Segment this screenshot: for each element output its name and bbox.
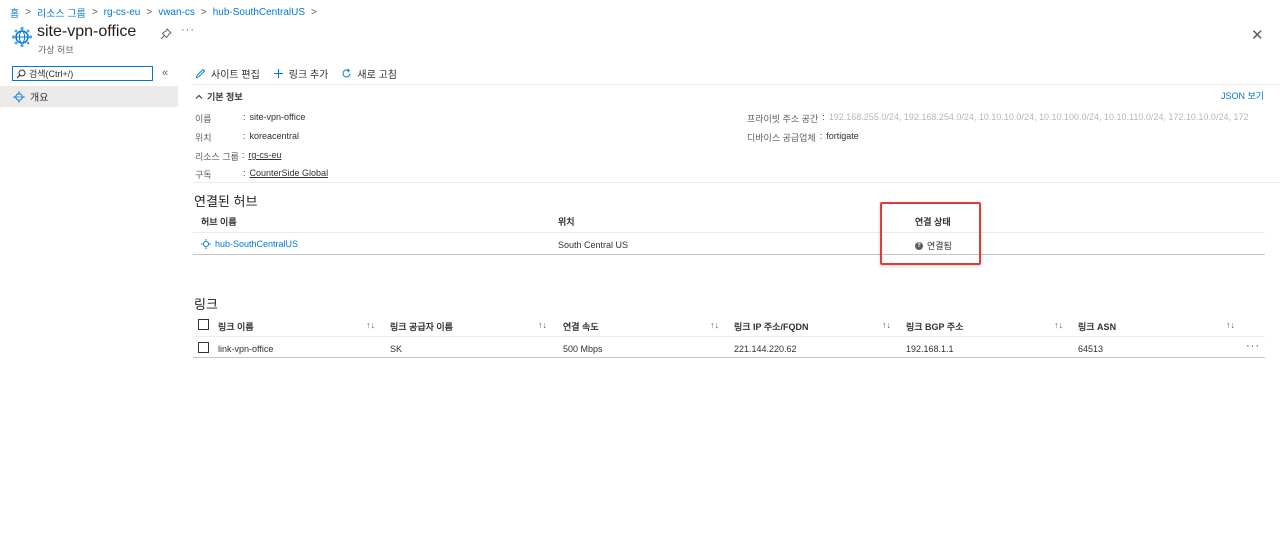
connected-hub-title: 연결된 허브 — [194, 194, 258, 209]
essentials-divider — [193, 182, 1280, 183]
table-header-divider — [193, 336, 1265, 337]
sort-icon[interactable]: ↑↓ — [710, 320, 719, 330]
column-header-asn[interactable]: 링크 ASN — [1078, 320, 1116, 333]
add-link-button[interactable]: 링크 추가 — [273, 66, 329, 81]
refresh-icon — [342, 68, 351, 77]
breadcrumb-vwan[interactable]: vwan-cs — [158, 7, 195, 18]
device-vendor-value: fortigate — [826, 131, 859, 141]
edit-site-label: 사이트 편집 — [211, 69, 260, 81]
essentials-address-space-row: 프라이빗 주소 공간 : 192.168.255.0/24, 192.168.2… — [747, 112, 1252, 125]
breadcrumb-separator: > — [25, 6, 32, 18]
breadcrumb-separator: > — [311, 6, 317, 18]
colon: : — [243, 112, 246, 122]
column-header-ip[interactable]: 링크 IP 주소/FQDN — [734, 320, 808, 333]
address-space-value: 192.168.255.0/24, 192.168.254.0/24, 10.1… — [828, 112, 1249, 122]
globe-icon — [13, 90, 25, 103]
toolbar: 사이트 편집 링크 추가 새로 고침 — [195, 65, 410, 81]
column-header-bgp[interactable]: 링크 BGP 주소 — [906, 320, 963, 333]
colon: : — [822, 112, 825, 122]
hub-location-cell: South Central US — [558, 240, 629, 250]
essentials-label: 이름 — [195, 114, 212, 124]
essentials-toggle[interactable]: 기본 정보 — [195, 90, 243, 103]
breadcrumb: 홈 > 리소스 그룹 > rg-cs-eu > vwan-cs > hub-So… — [10, 5, 323, 20]
more-options-icon[interactable]: ··· — [181, 24, 195, 36]
json-view-link[interactable]: JSON 보기 — [1221, 89, 1264, 102]
resource-group-link[interactable]: rg-cs-eu — [248, 150, 281, 163]
sort-icon[interactable]: ↑↓ — [366, 320, 375, 330]
search-input[interactable] — [29, 68, 149, 79]
essentials-device-vendor-row: 디바이스 공급업체 : fortigate — [747, 131, 859, 144]
breadcrumb-rg[interactable]: rg-cs-eu — [104, 7, 141, 18]
search-icon — [16, 69, 26, 78]
link-bgp-cell: 192.168.1.1 — [906, 344, 954, 354]
column-header-speed[interactable]: 연결 속도 — [563, 320, 599, 333]
link-provider-cell: SK — [390, 344, 403, 354]
essentials-value: koreacentral — [249, 131, 300, 141]
essentials-label: 위치 — [195, 133, 212, 143]
refresh-label: 새로 고침 — [357, 69, 397, 81]
pin-icon[interactable] — [160, 28, 172, 40]
subscription-link[interactable]: CounterSide Global — [250, 168, 329, 181]
collapse-sidebar-icon[interactable]: « — [162, 67, 168, 79]
colon: : — [241, 150, 245, 160]
pencil-icon — [195, 68, 206, 78]
table-bottom-divider — [193, 254, 1265, 255]
table-bottom-divider — [193, 357, 1265, 358]
virtual-hub-icon — [201, 239, 211, 249]
breadcrumb-hub[interactable]: hub-SouthCentralUS — [213, 7, 305, 18]
breadcrumb-home[interactable]: 홈 — [10, 5, 19, 20]
essentials-name-row: 이름 : site-vpn-office — [195, 112, 305, 125]
edit-site-button[interactable]: 사이트 편집 — [195, 66, 260, 81]
link-speed-cell: 500 Mbps — [563, 344, 603, 354]
toolbar-divider — [193, 84, 1280, 85]
essentials-label: 구독 — [195, 170, 212, 180]
essentials-label: 리소스 그룹 — [195, 152, 239, 162]
essentials-header: 기본 정보 — [207, 92, 243, 102]
row-checkbox[interactable] — [198, 342, 209, 353]
link-name-cell: link-vpn-office — [218, 344, 274, 354]
sort-icon[interactable]: ↑↓ — [882, 320, 891, 330]
close-icon[interactable]: ✕ — [1251, 26, 1264, 44]
breadcrumb-resource-groups[interactable]: 리소스 그룹 — [37, 5, 86, 20]
column-header-hub-name[interactable]: 허브 이름 — [201, 215, 237, 228]
colon: : — [819, 131, 823, 141]
table-row: hub-SouthCentralUS — [201, 239, 298, 249]
breadcrumb-separator: > — [91, 6, 98, 18]
virtual-hub-icon — [11, 26, 33, 48]
add-link-label: 링크 추가 — [288, 69, 329, 81]
colon: : — [243, 131, 246, 141]
page-title: site-vpn-office — [37, 23, 137, 40]
column-header-link-name[interactable]: 링크 이름 — [218, 320, 254, 333]
essentials-label: 디바이스 공급업체 — [747, 133, 816, 143]
column-header-provider[interactable]: 링크 공급자 이름 — [390, 320, 453, 333]
page-subtitle: 가상 허브 — [38, 45, 74, 55]
column-header-location[interactable]: 위치 — [558, 215, 575, 228]
breadcrumb-separator: > — [200, 6, 207, 18]
essentials-value: site-vpn-office — [249, 112, 306, 122]
link-ip-cell: 221.144.220.62 — [734, 344, 797, 354]
sort-icon[interactable]: ↑↓ — [1054, 320, 1063, 330]
sort-icon[interactable]: ↑↓ — [1226, 320, 1235, 330]
essentials-resource-group-row: 리소스 그룹 : rg-cs-eu — [195, 150, 281, 163]
table-header-divider — [193, 232, 1265, 233]
select-all-checkbox[interactable] — [198, 319, 209, 330]
colon: : — [243, 168, 246, 178]
chevron-up-icon — [195, 94, 203, 99]
sidebar-item-label: 개요 — [30, 93, 49, 104]
essentials-label: 프라이빗 주소 공간 — [747, 114, 819, 124]
plus-icon — [273, 68, 283, 78]
highlight-annotation — [880, 202, 981, 265]
link-asn-cell: 64513 — [1078, 344, 1104, 354]
sort-icon[interactable]: ↑↓ — [538, 320, 547, 330]
hub-name-link[interactable]: hub-SouthCentralUS — [215, 239, 298, 249]
sidebar-item-overview[interactable]: 개요 — [0, 86, 178, 107]
essentials-location-row: 위치 : koreacentral — [195, 131, 299, 144]
breadcrumb-separator: > — [146, 6, 153, 18]
links-title: 링크 — [194, 297, 218, 312]
essentials-subscription-row: 구독 : CounterSide Global — [195, 168, 328, 181]
refresh-button[interactable]: 새로 고침 — [341, 66, 397, 81]
row-more-icon[interactable]: ··· — [1246, 340, 1260, 352]
search-box[interactable] — [12, 66, 153, 81]
